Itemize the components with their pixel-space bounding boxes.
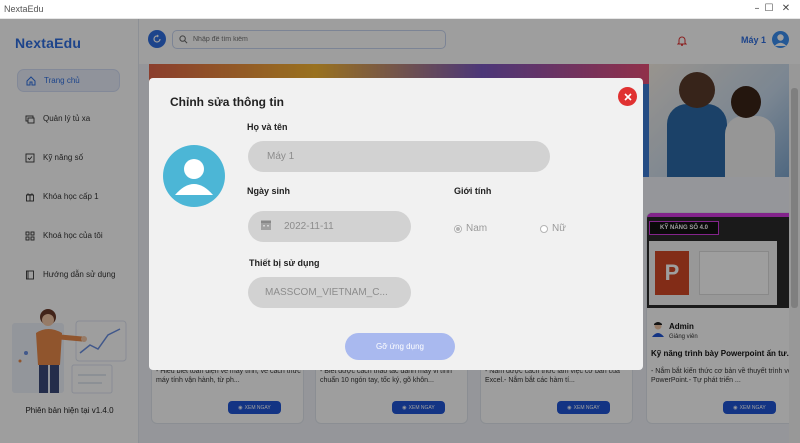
modal-title: Chỉnh sửa thông tin	[170, 95, 285, 109]
close-window-button[interactable]: ✕	[772, 0, 800, 19]
window-titlebar: NextaEdu – ☐ ✕	[0, 0, 800, 19]
birth-date-field[interactable]: 2022-11-11	[248, 211, 411, 242]
profile-avatar[interactable]	[163, 145, 225, 207]
full-name-field[interactable]: Máy 1	[248, 141, 550, 172]
gender-option-male[interactable]: Nam	[454, 223, 487, 234]
gender-option-female[interactable]: Nữ	[540, 223, 566, 234]
window-title: NextaEdu	[4, 4, 44, 14]
uninstall-button[interactable]: Gỡ ứng dụng	[345, 333, 455, 360]
radio-selected-icon	[454, 224, 462, 233]
birth-date-label: Ngày sinh	[247, 186, 291, 196]
radio-empty-icon	[540, 224, 548, 233]
gender-label: Giới tính	[454, 186, 492, 196]
calendar-icon	[260, 219, 272, 234]
device-label: Thiết bị sử dụng	[249, 258, 320, 268]
full-name-label: Họ và tên	[247, 122, 288, 132]
close-modal-button[interactable]	[618, 87, 637, 106]
close-icon	[623, 92, 632, 101]
edit-profile-modal: Chỉnh sửa thông tin Họ và tên Máy 1 Ngày…	[149, 78, 643, 370]
device-field[interactable]: MASSCOM_VIETNAM_C...	[248, 277, 411, 308]
